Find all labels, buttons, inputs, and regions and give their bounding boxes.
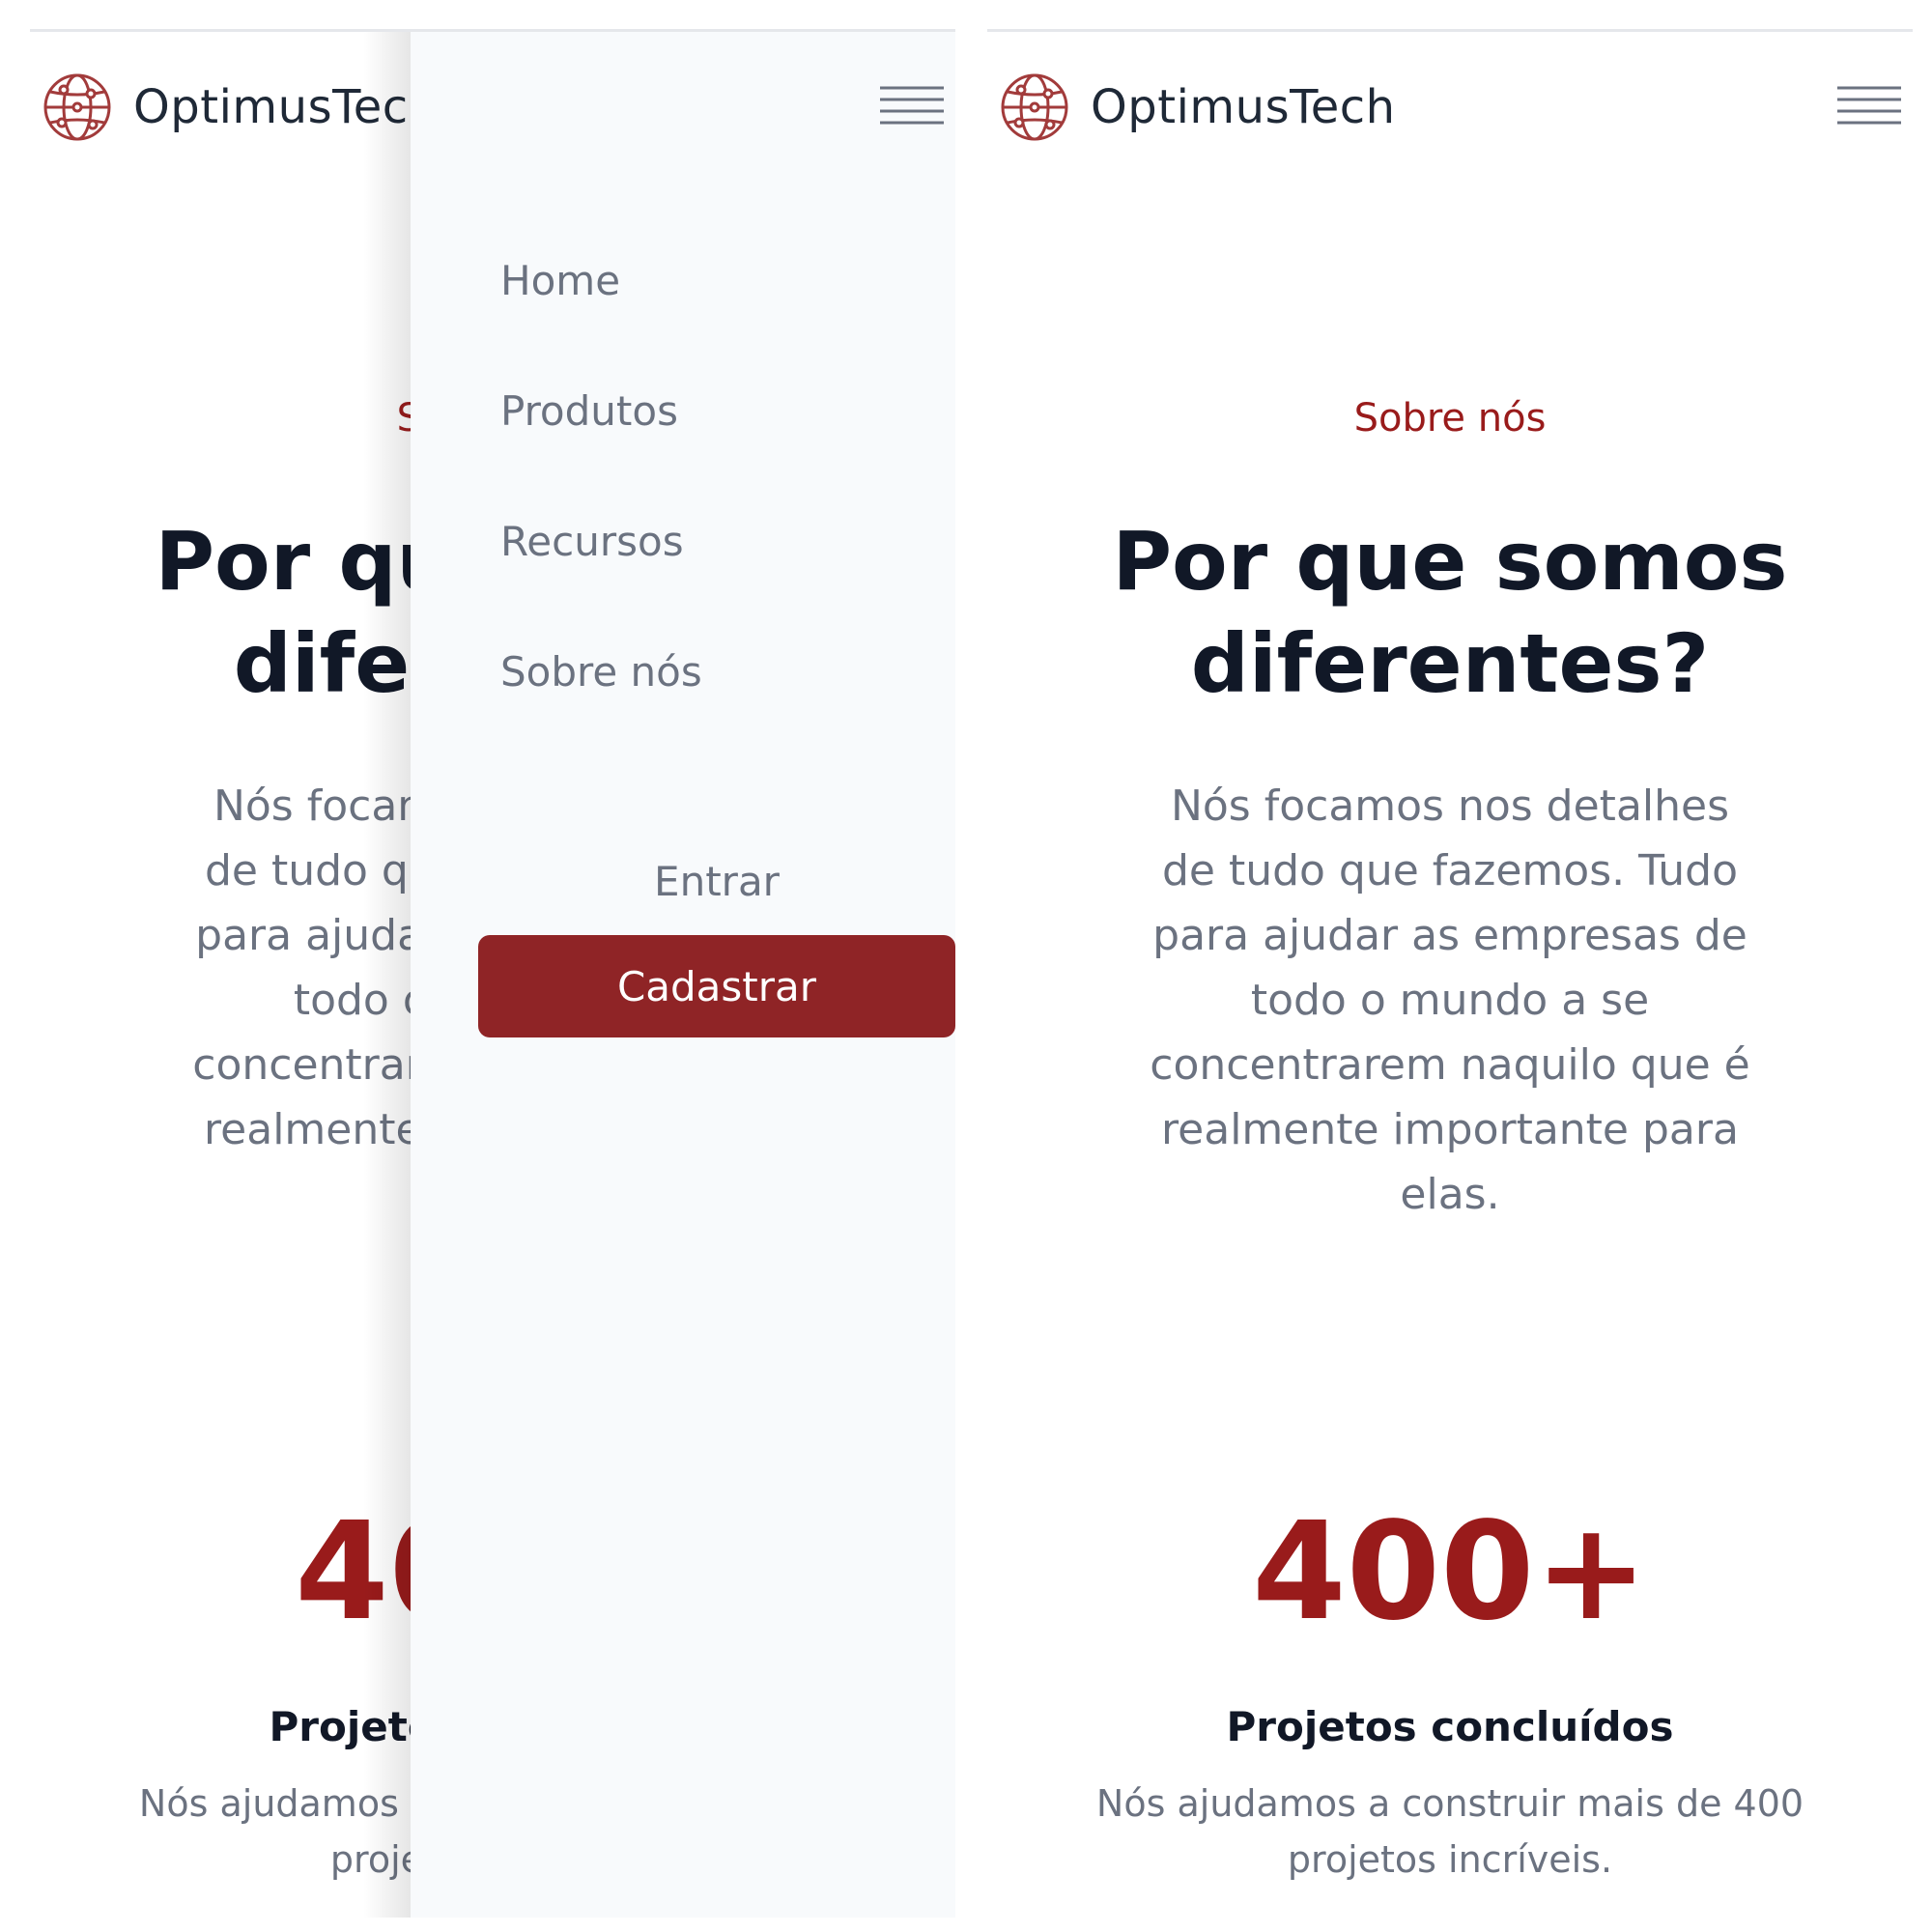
mobile-page-with-drawer: OptimusTech Sobre nós Por que somos dife… (30, 29, 955, 1918)
stat-description-line: projetos incríveis. (1287, 1838, 1613, 1881)
brand-name: OptimusTech (1091, 80, 1396, 134)
globe-network-icon (1001, 73, 1068, 141)
hamburger-menu-button[interactable] (1837, 83, 1901, 131)
globe-network-icon (43, 73, 111, 141)
description-line: todo o mundo a se (1250, 976, 1650, 1025)
description-line: concentrarem naquilo que é (1150, 1040, 1750, 1090)
description-line: para ajudar as empresas de (1152, 911, 1747, 960)
mobile-page: OptimusTech Sobre nós Por que somos dife… (987, 29, 1913, 1918)
stat-description: Nós ajudamos a construir mais de 400 pro… (1074, 1776, 1826, 1888)
description-line: realmente importante para (1161, 1105, 1739, 1154)
signup-button[interactable]: Cadastrar (478, 935, 955, 1037)
hamburger-menu-icon (880, 86, 944, 125)
nav-item-sobre-nos[interactable]: Sobre nós (500, 648, 702, 696)
heading-line: Por que somos (1112, 514, 1788, 609)
hamburger-menu-button[interactable] (880, 83, 944, 131)
description-line: de tudo que fazemos. Tudo (1161, 846, 1739, 895)
brand-logo[interactable]: OptimusTech (998, 71, 1396, 144)
nav-item-recursos[interactable]: Recursos (500, 518, 684, 565)
heading-line: diferentes? (1190, 616, 1710, 711)
stat-value: 400+ (1252, 1493, 1648, 1651)
site-header: OptimusTech (987, 32, 1913, 186)
screenshot-stage: OptimusTech Sobre nós Por que somos dife… (0, 0, 1932, 1932)
description-line: Nós focamos nos detalhes (1170, 781, 1730, 831)
login-link[interactable]: Entrar (478, 858, 955, 905)
section-description: Nós focamos nos detalhes de tudo que faz… (1113, 774, 1787, 1227)
nav-item-home[interactable]: Home (500, 257, 620, 304)
hamburger-menu-icon (1837, 86, 1901, 125)
stat-description-line: Nós ajudamos a construir mais de 400 (1095, 1782, 1804, 1825)
stat-label: Projetos concluídos (1226, 1703, 1674, 1750)
description-line: elas. (1400, 1170, 1500, 1219)
section-heading: Por que somos diferentes? (987, 510, 1913, 715)
mobile-nav-drawer: Home Produtos Recursos Sobre nós Entrar … (411, 32, 955, 1918)
nav-item-produtos[interactable]: Produtos (500, 387, 678, 435)
section-eyebrow: Sobre nós (1353, 396, 1547, 440)
drawer-shadow (363, 32, 412, 1918)
